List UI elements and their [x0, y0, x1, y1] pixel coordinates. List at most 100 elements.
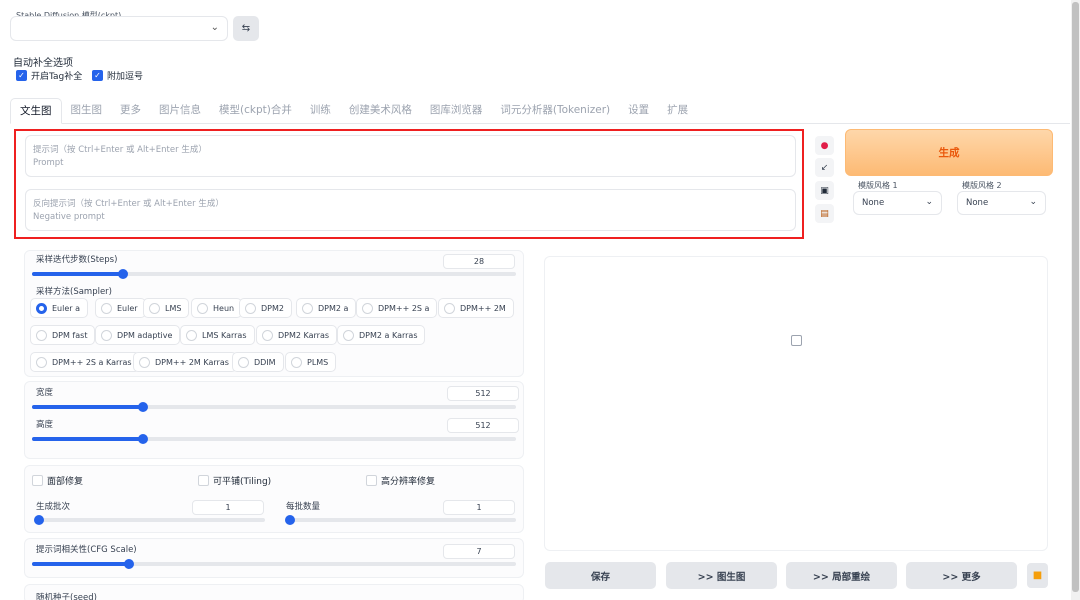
- cfg-input[interactable]: 7: [443, 544, 515, 559]
- radio-icon: [149, 302, 160, 314]
- sampler-option-label: PLMS: [307, 357, 329, 367]
- arrow-down-left-icon: ↙: [820, 162, 829, 173]
- apply-style-button[interactable]: ▤: [815, 204, 834, 223]
- main-tabs: 文生图 图生图 更多 图片信息 模型(ckpt)合并 训练 创建美术风格 图库浏…: [10, 98, 697, 124]
- sampler-option[interactable]: DPM2 a: [296, 298, 357, 318]
- radio-icon: [238, 356, 249, 368]
- sampler-option[interactable]: DPM adaptive: [95, 325, 181, 345]
- sampler-option[interactable]: DPM2: [239, 298, 292, 318]
- tag-autocomplete-checkbox[interactable]: ✓ 开启Tag补全: [16, 69, 82, 82]
- radio-icon: [302, 302, 313, 314]
- save-icon: ▣: [820, 185, 829, 196]
- checkbox-label: 面部修复: [47, 477, 84, 487]
- tab-train[interactable]: 训练: [301, 98, 340, 124]
- tiling-checkbox[interactable]: 可平铺(Tiling): [198, 474, 271, 487]
- style-2-select[interactable]: None ⌄: [957, 191, 1046, 215]
- sampler-option-label: DPM2 a: [318, 303, 349, 313]
- hires-fix-checkbox[interactable]: 高分辨率修复: [366, 474, 435, 487]
- folder-icon: ■: [1032, 570, 1043, 581]
- tab-tokenizer[interactable]: 词元分析器(Tokenizer): [491, 98, 619, 124]
- sampler-option[interactable]: DPM++ 2M Karras: [133, 352, 237, 372]
- sampler-option[interactable]: LMS: [143, 298, 190, 318]
- chevron-down-icon: ⌄: [210, 22, 219, 33]
- sampler-option[interactable]: Euler: [95, 298, 146, 318]
- batch-count-slider[interactable]: [34, 515, 265, 525]
- sampler-option[interactable]: DPM fast: [30, 325, 96, 345]
- sampler-option[interactable]: PLMS: [285, 352, 337, 372]
- sampler-option-label: DPM++ 2M: [460, 303, 506, 313]
- slider-handle[interactable]: [285, 515, 295, 525]
- checkbox-label: 可平铺(Tiling): [213, 477, 272, 487]
- slider-fill: [32, 562, 129, 566]
- save-style-button[interactable]: ▣: [815, 181, 834, 200]
- face-restore-checkbox[interactable]: 面部修复: [32, 474, 83, 487]
- style-1-select[interactable]: None ⌄: [853, 191, 942, 215]
- radio-icon: [444, 302, 455, 314]
- sampler-option[interactable]: DPM++ 2S a: [356, 298, 438, 318]
- save-button[interactable]: 保存: [545, 562, 656, 589]
- slider-fill: [32, 437, 143, 441]
- generate-button[interactable]: 生成: [845, 129, 1053, 176]
- tab-txt2img[interactable]: 文生图: [10, 98, 62, 124]
- send-to-extras-button[interactable]: >> 更多: [906, 562, 1017, 589]
- tab-image-browser[interactable]: 图库浏览器: [421, 98, 492, 124]
- tab-settings[interactable]: 设置: [619, 98, 658, 124]
- slider-handle[interactable]: [118, 269, 128, 279]
- cfg-slider[interactable]: [32, 559, 516, 569]
- slider-handle[interactable]: [138, 402, 148, 412]
- tab-extras[interactable]: 更多: [111, 98, 150, 124]
- sampler-option[interactable]: Heun: [191, 298, 243, 318]
- height-slider[interactable]: [32, 434, 516, 444]
- tab-img2img[interactable]: 图生图: [62, 98, 112, 124]
- height-input[interactable]: 512: [447, 418, 519, 433]
- sampler-option[interactable]: Euler a: [30, 298, 89, 318]
- radio-icon: [36, 356, 47, 368]
- radio-icon: [262, 329, 273, 341]
- sampler-option-label: Euler: [117, 303, 138, 313]
- interrogate-button[interactable]: ●: [815, 136, 834, 155]
- sampler-option[interactable]: DPM++ 2M: [438, 298, 514, 318]
- sampler-option-label: DPM2 Karras: [278, 330, 330, 340]
- send-to-inpaint-button[interactable]: >> 局部重绘: [786, 562, 897, 589]
- radio-icon: [101, 329, 112, 341]
- sampler-option-label: DPM2 a Karras: [359, 330, 418, 340]
- style-1-label: 模版风格 1: [858, 181, 898, 190]
- radio-icon: [36, 302, 47, 314]
- open-folder-button[interactable]: ■: [1027, 563, 1048, 588]
- sampler-option[interactable]: DPM2 a Karras: [337, 325, 426, 345]
- sampler-option[interactable]: DPM++ 2S a Karras: [30, 352, 140, 372]
- width-input[interactable]: 512: [447, 386, 519, 401]
- clipboard-icon: ▤: [820, 208, 829, 219]
- slider-handle[interactable]: [34, 515, 44, 525]
- tab-extensions[interactable]: 扩展: [658, 98, 697, 124]
- tab-png-info[interactable]: 图片信息: [150, 98, 210, 124]
- refresh-model-button[interactable]: ⇆: [233, 16, 259, 41]
- width-slider[interactable]: [32, 402, 516, 412]
- sampler-option-label: Euler a: [52, 303, 81, 313]
- slider-fill: [32, 405, 143, 409]
- scrollbar-thumb[interactable]: [1072, 2, 1079, 592]
- sampler-option[interactable]: DDIM: [232, 352, 284, 372]
- send-to-img2img-button[interactable]: >> 图生图: [666, 562, 777, 589]
- tab-create-aesthetic[interactable]: 创建美术风格: [340, 98, 421, 124]
- append-comma-checkbox[interactable]: ✓ 附加逗号: [92, 69, 143, 82]
- checkbox-icon: [366, 475, 377, 486]
- chevron-down-icon: ⌄: [1029, 197, 1037, 207]
- batch-size-label: 每批数量: [286, 502, 321, 512]
- slider-handle[interactable]: [138, 434, 148, 444]
- tab-checkpoint-merger[interactable]: 模型(ckpt)合并: [210, 98, 301, 124]
- slider-handle[interactable]: [124, 559, 134, 569]
- batch-count-input[interactable]: 1: [192, 500, 264, 515]
- output-gallery[interactable]: [544, 256, 1048, 551]
- steps-slider[interactable]: [32, 269, 516, 279]
- sampler-option[interactable]: DPM2 Karras: [256, 325, 338, 345]
- steps-input[interactable]: 28: [443, 254, 515, 269]
- model-select[interactable]: ⌄: [10, 16, 228, 41]
- batch-size-slider[interactable]: [285, 515, 516, 525]
- style-1-value: None: [862, 198, 885, 208]
- sampler-option[interactable]: LMS Karras: [180, 325, 255, 345]
- read-params-button[interactable]: ↙: [815, 158, 834, 177]
- radio-icon: [291, 356, 302, 368]
- batch-size-input[interactable]: 1: [443, 500, 515, 515]
- height-label: 高度: [36, 420, 54, 430]
